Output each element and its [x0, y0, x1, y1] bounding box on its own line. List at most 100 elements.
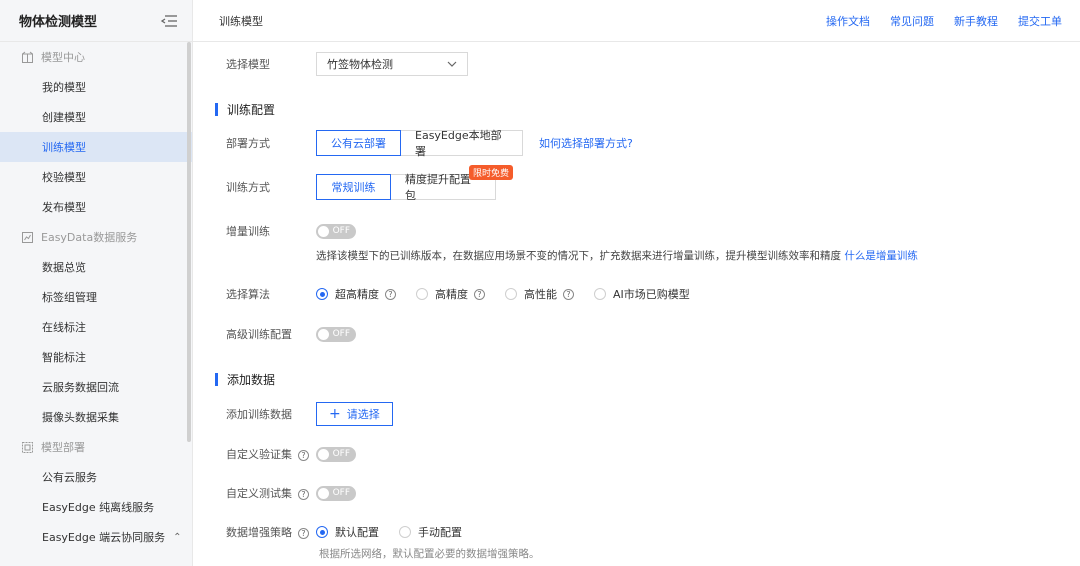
sidebar-item-label: 创建模型	[42, 111, 86, 124]
sidebar-section-label: EasyData数据服务	[41, 231, 138, 244]
deploy-segment: 公有云部署 EasyEdge本地部署	[316, 129, 523, 158]
main-content: 选择模型 竹签物体检测 训练配置 部署方式 公有云部署 EasyEdge本地部署…	[193, 43, 1080, 566]
help-icon[interactable]: ?	[563, 288, 574, 300]
chevron-down-icon	[447, 61, 457, 67]
custom-val-row: 自定义验证集? OFF	[226, 446, 356, 462]
sidebar-item-label: 在线标注	[42, 321, 86, 334]
radio-dot	[316, 288, 328, 300]
free-badge: 限时免费	[468, 165, 513, 180]
radio-label: 高性能	[524, 288, 557, 301]
sidebar-item-label: 发布模型	[42, 201, 86, 214]
plus-icon: +	[329, 406, 341, 422]
incremental-row: 增量训练 OFF	[226, 223, 356, 239]
deploy-public-cloud-button[interactable]: 公有云部署	[316, 130, 401, 156]
train-mode-normal-button[interactable]: 常规训练	[316, 174, 391, 200]
radio-dot	[505, 288, 517, 300]
chevron-up-icon: ⌃	[173, 531, 182, 543]
sidebar-section-label: 模型中心	[41, 51, 85, 64]
radio-label: 超高精度	[335, 288, 379, 301]
topbar: 训练模型 操作文档 常见问题 新手教程 提交工单	[193, 0, 1080, 42]
select-model-row: 选择模型 竹签物体检测	[226, 52, 468, 76]
radio-dot	[594, 288, 606, 300]
link-docs[interactable]: 操作文档	[826, 13, 870, 29]
algo-row: 选择算法 超高精度? 高精度? 高性能? AI市场已购模型	[226, 286, 710, 302]
incremental-desc-text: 选择该模型下的已训练版本，在数据应用场景不变的情况下，扩充数据来进行增量训练，提…	[316, 250, 841, 262]
custom-test-text: 自定义测试集	[226, 487, 292, 500]
algo-radio-high[interactable]: 高精度?	[416, 286, 485, 302]
section-title: 训练配置	[227, 103, 276, 117]
algo-radio-ultra[interactable]: 超高精度?	[316, 286, 396, 302]
sidebar-section-label: 模型部署	[41, 441, 85, 454]
deploy-easyedge-button[interactable]: EasyEdge本地部署	[401, 129, 523, 158]
toggle-text: OFF	[332, 488, 350, 498]
toggle-text: OFF	[332, 226, 350, 236]
algo-radio-group: 超高精度? 高精度? 高性能? AI市场已购模型	[316, 286, 710, 302]
custom-val-toggle[interactable]: OFF	[316, 446, 356, 462]
sidebar-item-camera-collection[interactable]: 摄像头数据采集	[0, 402, 192, 432]
radio-label: AI市场已购模型	[613, 288, 690, 301]
sidebar-item-label: 训练模型	[42, 141, 86, 154]
algo-radio-performance[interactable]: 高性能?	[505, 286, 574, 302]
sidebar-section-easydata[interactable]: EasyData数据服务	[0, 222, 192, 252]
cube-icon	[22, 51, 33, 63]
custom-test-row: 自定义测试集? OFF	[226, 485, 356, 501]
sidebar-item-cloud-data-reflow[interactable]: 云服务数据回流	[0, 372, 192, 402]
sidebar-item-easyedge-offline[interactable]: EasyEdge 纯离线服务	[0, 492, 192, 522]
advanced-label: 高级训练配置	[226, 328, 292, 341]
custom-test-toggle[interactable]: OFF	[316, 485, 356, 501]
augment-radio-manual[interactable]: 手动配置	[399, 524, 462, 540]
augment-radio-default[interactable]: 默认配置	[316, 524, 379, 540]
collapse-menu-icon[interactable]	[160, 14, 178, 28]
sidebar-section-deploy[interactable]: 模型部署	[0, 432, 192, 462]
help-icon[interactable]: ?	[298, 528, 309, 539]
link-faq[interactable]: 常见问题	[890, 13, 934, 29]
radio-dot	[416, 288, 428, 300]
top-links: 操作文档 常见问题 新手教程 提交工单	[826, 13, 1062, 29]
deploy-icon	[22, 441, 33, 453]
add-train-data-label: 添加训练数据	[226, 408, 292, 421]
sidebar-item-label: 公有云服务	[42, 471, 97, 484]
incremental-toggle[interactable]: OFF	[316, 223, 356, 239]
incremental-help-link[interactable]: 什么是增量训练	[844, 250, 918, 262]
train-mode-segment: 常规训练 精度提升配置包 限时免费	[316, 165, 513, 202]
radio-label: 默认配置	[335, 526, 379, 539]
advanced-toggle[interactable]: OFF	[316, 326, 356, 342]
app-root: 物体检测模型 模型中心 我的模型 创建模型 训练模型 校验模型 发布模型 Eas…	[0, 0, 1080, 566]
sidebar-item-label: 云服务数据回流	[42, 381, 119, 394]
choose-data-label: 请选择	[346, 408, 380, 421]
link-tutorial[interactable]: 新手教程	[954, 13, 998, 29]
sidebar-item-data-overview[interactable]: 数据总览	[0, 252, 192, 282]
help-icon[interactable]: ?	[298, 489, 309, 500]
deploy-help-link[interactable]: 如何选择部署方式?	[539, 135, 633, 151]
incremental-desc: 选择该模型下的已训练版本，在数据应用场景不变的情况下，扩充数据来进行增量训练，提…	[316, 248, 918, 263]
sidebar-item-validate-model[interactable]: 校验模型	[0, 162, 192, 192]
page-title: 训练模型	[219, 14, 263, 28]
help-icon[interactable]: ?	[298, 450, 309, 461]
model-select[interactable]: 竹签物体检测	[316, 52, 468, 76]
sidebar-scrollbar[interactable]	[187, 42, 191, 442]
section-accent-bar	[215, 103, 218, 116]
custom-val-text: 自定义验证集	[226, 448, 292, 461]
toggle-text: OFF	[332, 449, 350, 459]
sidebar-section-model-center[interactable]: 模型中心	[0, 42, 192, 72]
choose-data-button[interactable]: + 请选择	[316, 402, 393, 426]
help-icon[interactable]: ?	[385, 288, 396, 300]
link-submit-ticket[interactable]: 提交工单	[1018, 13, 1062, 29]
sidebar-item-train-model[interactable]: 训练模型	[0, 132, 192, 162]
custom-val-label: 自定义验证集?	[226, 446, 316, 462]
section-accent-bar	[215, 373, 218, 386]
sidebar-item-public-cloud[interactable]: 公有云服务	[0, 462, 192, 492]
sidebar-item-online-annotation[interactable]: 在线标注	[0, 312, 192, 342]
toggle-text: OFF	[332, 329, 350, 339]
sidebar-item-my-models[interactable]: 我的模型	[0, 72, 192, 102]
app-title: 物体检测模型	[19, 15, 98, 30]
sidebar-item-label: 数据总览	[42, 261, 86, 274]
sidebar-item-create-model[interactable]: 创建模型	[0, 102, 192, 132]
sidebar-item-easyedge-cloud[interactable]: EasyEdge 端云协同服务 ⌃	[0, 522, 192, 552]
help-icon[interactable]: ?	[474, 288, 485, 300]
sidebar-item-publish-model[interactable]: 发布模型	[0, 192, 192, 222]
train-mode-precision-button[interactable]: 精度提升配置包 限时免费	[391, 165, 513, 202]
sidebar-item-label-groups[interactable]: 标签组管理	[0, 282, 192, 312]
algo-radio-market[interactable]: AI市场已购模型	[594, 286, 690, 302]
sidebar-item-smart-annotation[interactable]: 智能标注	[0, 342, 192, 372]
